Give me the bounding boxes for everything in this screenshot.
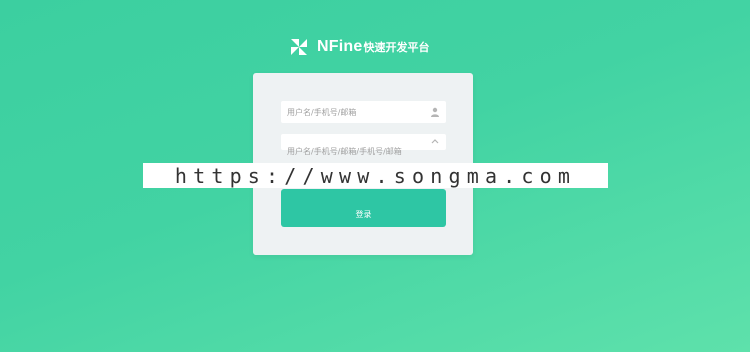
brand-header: NFine 快速开发平台 [289,36,429,58]
username-field[interactable] [281,101,446,123]
watermark-banner: https://www.songma.com [143,163,608,188]
password-placeholder: 用户名/手机号/邮箱/手机号/邮箱 [287,147,402,156]
login-button[interactable]: 登录 [281,189,446,227]
watermark-text: https://www.songma.com [174,163,577,188]
brand-subtitle: 快速开发平台 [363,41,430,54]
username-input[interactable] [287,107,422,117]
chevron-up-icon [431,139,439,144]
pinwheel-logo-icon [291,39,307,55]
brand-name: NFine [317,38,363,55]
user-icon [431,107,439,117]
